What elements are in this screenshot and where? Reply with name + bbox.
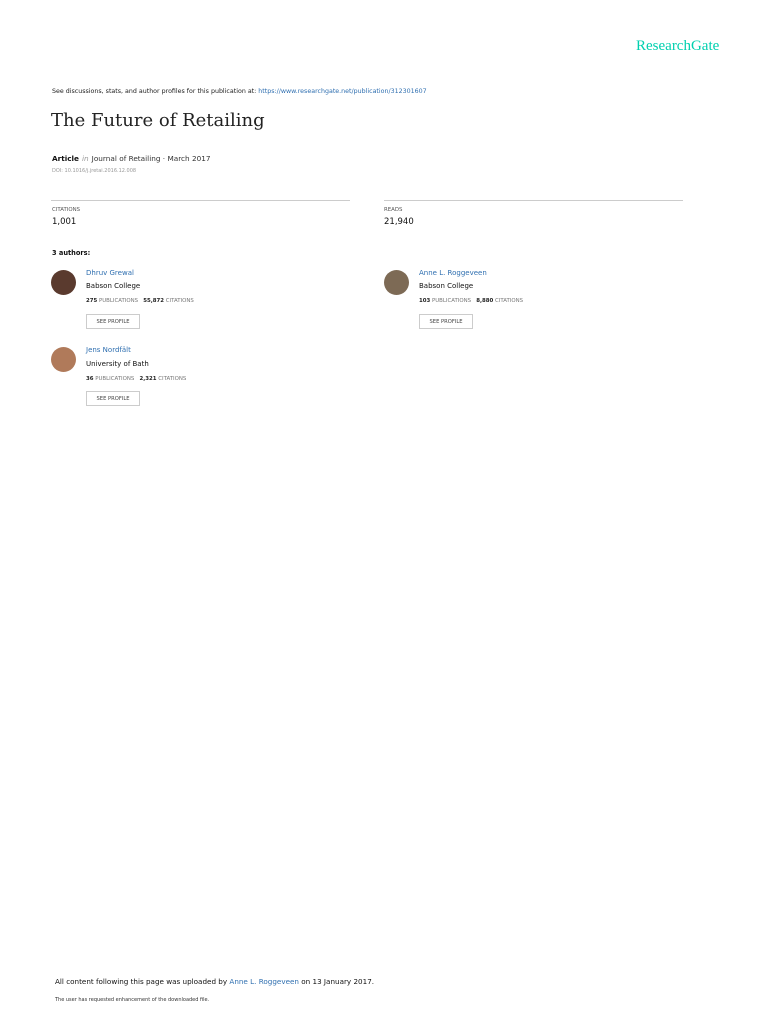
author-institution: University of Bath	[86, 360, 149, 368]
uploader-link[interactable]: Anne L. Roggeveen	[229, 977, 299, 986]
citations-count: 8,880	[476, 298, 494, 304]
upload-notice: All content following this page was uplo…	[55, 977, 374, 986]
article-type: Article	[52, 154, 80, 163]
journal: Journal of Retailing · March 2017	[91, 154, 211, 163]
citations-label: CITATIONS	[52, 207, 81, 213]
see-profile-button[interactable]: SEE PROFILE	[419, 314, 473, 329]
citations-count: 55,872	[143, 298, 165, 304]
publications-label: PUBLICATIONS	[95, 376, 135, 382]
citations-label: CITATIONS	[165, 298, 194, 304]
author-stats: 103 PUBLICATIONS 8,880 CITATIONS	[419, 298, 523, 304]
author-institution: Babson College	[419, 282, 474, 290]
citations-count: 2,321	[139, 376, 157, 382]
citations-count: 1,001	[52, 217, 77, 227]
article-meta: Article in Journal of Retailing · March 20…	[52, 154, 211, 163]
page-title: The Future of Retailing	[51, 110, 265, 131]
enhancement-note: The user has requested enhancement of th…	[55, 997, 210, 1003]
see-profile-button[interactable]: SEE PROFILE	[86, 391, 140, 406]
citations-label: CITATIONS	[495, 298, 524, 304]
notice-text: See discussions, stats, and author profi…	[52, 88, 259, 95]
author-institution: Babson College	[86, 282, 141, 290]
author-stats: 275 PUBLICATIONS 55,872 CITATIONS	[86, 298, 194, 304]
publications-count: 36	[86, 376, 94, 382]
publication-link[interactable]: https://www.researchgate.net/publication…	[258, 88, 426, 95]
doi: DOI: 10.1016/j.jretai.2016.12.008	[52, 168, 137, 174]
in-label: in	[82, 154, 89, 163]
publications-count: 103	[419, 298, 431, 304]
publications-count: 275	[86, 298, 98, 304]
divider	[384, 200, 683, 201]
citations-label: CITATIONS	[158, 376, 187, 382]
upload-suffix: on 13 January 2017.	[298, 977, 375, 986]
see-profile-button[interactable]: SEE PROFILE	[86, 314, 140, 329]
researchgate-logo[interactable]: ResearchGate	[636, 38, 719, 55]
author-stats: 36 PUBLICATIONS 2,321 CITATIONS	[86, 376, 186, 382]
discussions-notice: See discussions, stats, and author profi…	[52, 88, 427, 95]
publications-label: PUBLICATIONS	[98, 298, 139, 304]
avatar[interactable]	[51, 347, 76, 372]
avatar[interactable]	[384, 270, 409, 295]
author-name[interactable]: Jens Nordfält	[86, 346, 131, 354]
author-name[interactable]: Anne L. Roggeveen	[419, 269, 487, 277]
avatar[interactable]	[51, 270, 76, 295]
reads-count: 21,940	[384, 217, 414, 227]
upload-prefix: All content following this page was uplo…	[55, 977, 230, 986]
reads-label: READS	[384, 207, 403, 213]
authors-heading: 3 authors:	[52, 249, 91, 257]
publications-label: PUBLICATIONS	[431, 298, 472, 304]
author-name[interactable]: Dhruv Grewal	[86, 269, 134, 277]
divider	[51, 200, 350, 201]
